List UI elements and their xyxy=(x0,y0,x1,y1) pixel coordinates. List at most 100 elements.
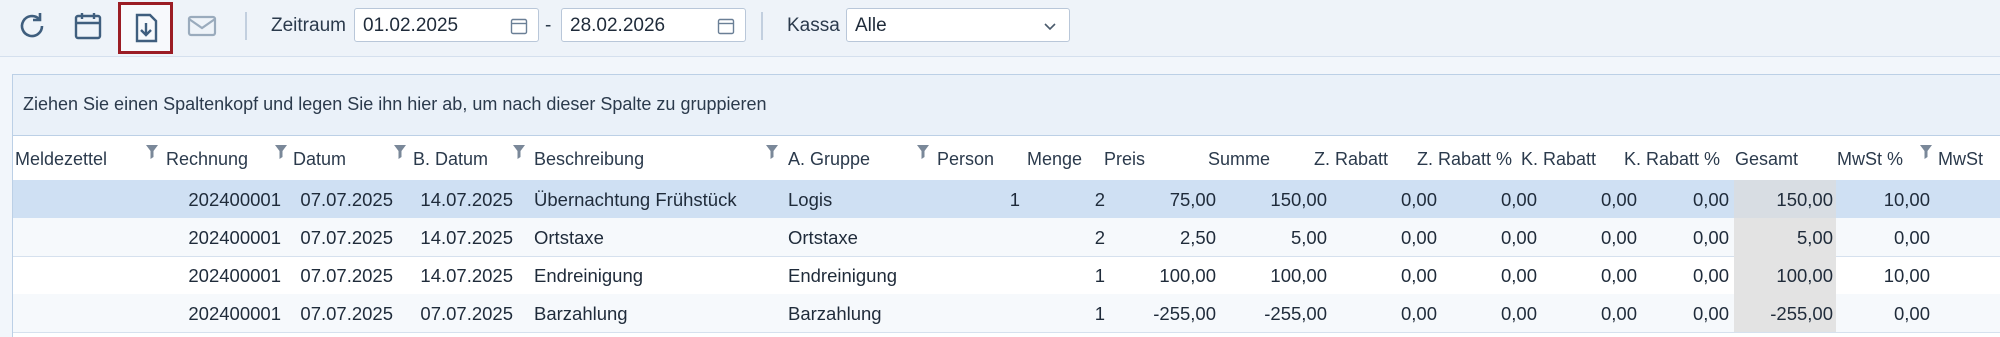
toolbar-separator xyxy=(761,12,763,40)
col-menge[interactable]: Menge xyxy=(1027,149,1082,170)
cell-krabattp: 0,00 xyxy=(1692,265,1729,286)
cell-preis: 100,00 xyxy=(1159,265,1216,286)
cell-zrabattp: 0,00 xyxy=(1500,227,1537,248)
cell-datum: 07.07.2025 xyxy=(300,303,393,324)
cell-menge: 2 xyxy=(1094,227,1105,248)
col-summe[interactable]: Summe xyxy=(1208,149,1270,170)
calendar-icon[interactable] xyxy=(510,17,528,35)
table-row[interactable]: 202400001 07.07.2025 07.07.2025 Barzahlung B… xyxy=(13,294,2000,333)
col-rechnung[interactable]: Rechnung xyxy=(166,149,248,170)
cell-preis: -255,00 xyxy=(1153,303,1216,324)
cell-datum: 07.07.2025 xyxy=(300,227,393,248)
export-button[interactable] xyxy=(118,2,173,54)
cell-zrabatt: 0,00 xyxy=(1400,189,1437,210)
cell-menge: 2 xyxy=(1094,189,1105,210)
filter-icon[interactable] xyxy=(765,144,779,160)
cell-krabatt: 0,00 xyxy=(1600,265,1637,286)
col-beschreibung[interactable]: Beschreibung xyxy=(534,149,644,170)
col-datum[interactable]: Datum xyxy=(293,149,346,170)
table-row[interactable]: 202400001 07.07.2025 14.07.2025 Übernachtun… xyxy=(13,180,2000,219)
filter-icon[interactable] xyxy=(274,144,288,160)
filter-icon[interactable] xyxy=(145,144,159,160)
filter-icon[interactable] xyxy=(916,144,930,160)
col-preis[interactable]: Preis xyxy=(1104,149,1145,170)
cell-zrabattp: 0,00 xyxy=(1500,189,1537,210)
cell-rechnung: 202400001 xyxy=(188,303,281,324)
cell-krabatt: 0,00 xyxy=(1600,227,1637,248)
kassa-select[interactable]: Alle xyxy=(846,8,1070,42)
cell-datum: 07.07.2025 xyxy=(300,265,393,286)
cell-beschreibung: Endreinigung xyxy=(534,265,644,286)
cell-krabattp: 0,00 xyxy=(1692,189,1729,210)
date-to-value: 28.02.2026 xyxy=(570,15,666,36)
cell-menge: 1 xyxy=(1094,303,1105,324)
date-from-field[interactable]: 01.02.2025 xyxy=(354,8,539,42)
col-k-rabatt-pct[interactable]: K. Rabatt % xyxy=(1624,149,1720,170)
filter-icon[interactable] xyxy=(512,144,526,160)
cell-summe: 5,00 xyxy=(1290,227,1327,248)
filter-icon[interactable] xyxy=(1919,144,1933,160)
cell-rechnung: 202400001 xyxy=(188,265,281,286)
cell-summe: -255,00 xyxy=(1264,303,1327,324)
cell-agruppe: Ortstaxe xyxy=(788,227,858,248)
cell-zrabatt: 0,00 xyxy=(1400,265,1437,286)
calendar-button[interactable] xyxy=(66,6,110,46)
col-mwst-pct[interactable]: MwSt % xyxy=(1837,149,1903,170)
table-row[interactable]: 202400001 07.07.2025 14.07.2025 Ortstaxe Ort… xyxy=(13,218,2000,257)
toolbar-separator xyxy=(245,12,247,40)
calendar-icon[interactable] xyxy=(717,17,735,35)
cell-preis: 2,50 xyxy=(1179,227,1216,248)
cell-gesamt: 100,00 xyxy=(1776,265,1833,286)
col-meldezettel[interactable]: Meldezettel xyxy=(15,149,107,170)
date-range-separator: - xyxy=(545,15,552,36)
email-button[interactable] xyxy=(180,6,224,46)
date-to-field[interactable]: 28.02.2026 xyxy=(561,8,746,42)
cell-gesamt: -255,00 xyxy=(1770,303,1833,324)
cell-krabatt: 0,00 xyxy=(1600,303,1637,324)
refresh-button[interactable] xyxy=(10,6,54,46)
cell-zrabattp: 0,00 xyxy=(1500,303,1537,324)
cell-beschreibung: Ortstaxe xyxy=(534,227,604,248)
filter-icon[interactable] xyxy=(393,144,407,160)
kassa-label: Kassa xyxy=(787,15,840,36)
cell-gesamt: 150,00 xyxy=(1776,189,1833,210)
cell-rechnung: 202400001 xyxy=(188,227,281,248)
cell-bdatum: 14.07.2025 xyxy=(420,265,513,286)
cell-bdatum: 14.07.2025 xyxy=(420,189,513,210)
refresh-icon xyxy=(20,13,44,38)
cell-menge: 1 xyxy=(1094,265,1105,286)
cell-summe: 150,00 xyxy=(1270,189,1327,210)
mail-icon xyxy=(187,15,217,37)
cell-zrabatt: 0,00 xyxy=(1400,227,1437,248)
date-from-value: 01.02.2025 xyxy=(363,15,459,36)
cell-gesamt: 5,00 xyxy=(1796,227,1833,248)
cell-bdatum: 07.07.2025 xyxy=(420,303,513,324)
col-z-rabatt-pct[interactable]: Z. Rabatt % xyxy=(1417,149,1512,170)
toolbar: Zeitraum 01.02.2025 - 28.02.2026 Kassa A… xyxy=(0,0,2000,57)
cell-mwstp: 10,00 xyxy=(1883,189,1930,210)
group-drop-panel[interactable]: Ziehen Sie einen Spaltenkopf und legen S… xyxy=(12,74,2000,136)
calendar-icon xyxy=(74,13,102,40)
cell-beschreibung: Barzahlung xyxy=(534,303,628,324)
cell-agruppe: Endreinigung xyxy=(788,265,898,286)
cell-mwstp: 0,00 xyxy=(1893,303,1930,324)
col-z-rabatt[interactable]: Z. Rabatt xyxy=(1314,149,1388,170)
col-mwst[interactable]: MwSt xyxy=(1938,149,1983,170)
export-icon xyxy=(135,13,157,43)
cell-datum: 07.07.2025 xyxy=(300,189,393,210)
col-b-datum[interactable]: B. Datum xyxy=(413,149,488,170)
cell-summe: 100,00 xyxy=(1270,265,1327,286)
col-a-gruppe[interactable]: A. Gruppe xyxy=(788,149,870,170)
cell-krabatt: 0,00 xyxy=(1600,189,1637,210)
zeitraum-label: Zeitraum xyxy=(271,15,346,36)
cell-mwstp: 10,00 xyxy=(1883,265,1930,286)
cell-bdatum: 14.07.2025 xyxy=(420,227,513,248)
table-row[interactable]: 202400001 07.07.2025 14.07.2025 Endreinigun… xyxy=(13,256,2000,295)
kassa-value: Alle xyxy=(855,15,887,36)
col-gesamt[interactable]: Gesamt xyxy=(1735,149,1798,170)
col-person[interactable]: Person xyxy=(937,149,994,170)
cell-agruppe: Barzahlung xyxy=(788,303,882,324)
grid-header: Meldezettel Rechnung Datum B. Datum Besc… xyxy=(13,136,2000,181)
col-k-rabatt[interactable]: K. Rabatt xyxy=(1521,149,1596,170)
cell-mwstp: 0,00 xyxy=(1893,227,1930,248)
